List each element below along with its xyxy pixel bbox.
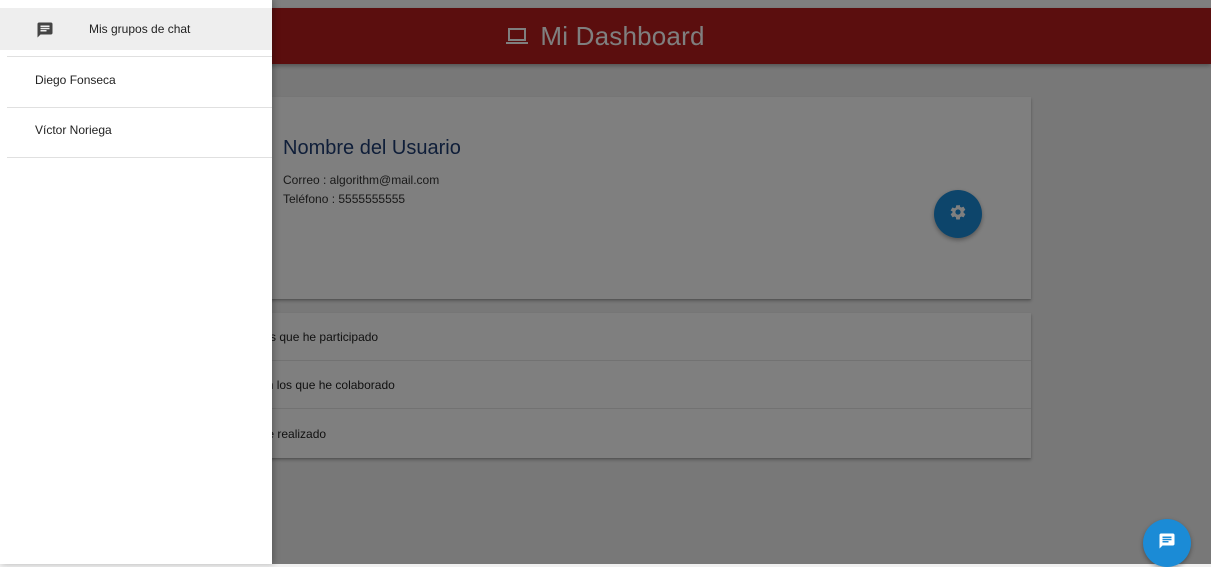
chat-fab-button[interactable]: [1143, 519, 1191, 567]
chat-group-item[interactable]: Víctor Noriega: [35, 123, 112, 137]
chat-sidenav: Mis grupos de chat Diego Fonseca Víctor …: [0, 0, 272, 564]
chat-group-item[interactable]: Diego Fonseca: [35, 73, 116, 87]
divider: [7, 56, 272, 57]
sidenav-header-label: Mis grupos de chat: [89, 22, 191, 36]
divider: [7, 107, 272, 108]
sidenav-header[interactable]: Mis grupos de chat: [0, 8, 272, 50]
divider: [7, 157, 272, 158]
chat-icon: [1158, 532, 1176, 555]
chat-icon: [36, 21, 54, 44]
